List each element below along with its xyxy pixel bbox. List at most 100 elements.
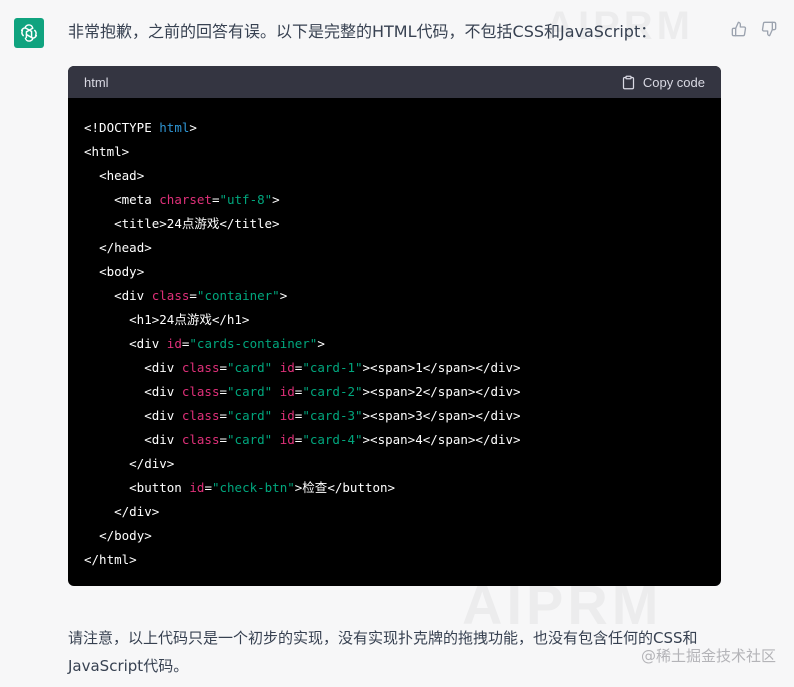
- code-token-str: "card-1": [302, 360, 363, 375]
- code-token-str: "card": [227, 384, 273, 399]
- copy-code-button[interactable]: Copy code: [621, 75, 705, 90]
- code-token-text: 2: [415, 384, 423, 399]
- code-token-tag: =: [189, 288, 197, 303]
- code-content[interactable]: <!DOCTYPE html> <html> <head> <meta chars…: [68, 98, 721, 572]
- code-token-tag: <body>: [99, 264, 145, 279]
- code-token-attrname: id: [189, 480, 205, 495]
- code-token-str: "card": [227, 408, 273, 423]
- code-line: </div>: [84, 500, 705, 524]
- code-token-tag: </html>: [84, 552, 137, 567]
- code-language-label: html: [84, 74, 109, 90]
- code-line: <div class="card" id="card-1"><span>1</s…: [84, 356, 705, 380]
- feedback-actions: [730, 20, 778, 38]
- code-line: <button id="check-btn">检查</button>: [84, 476, 705, 500]
- code-token-tag: >: [317, 336, 325, 351]
- code-token-tag: <div: [144, 360, 182, 375]
- code-token-tag: </span></div>: [422, 432, 521, 447]
- code-token-tag: <div: [114, 288, 152, 303]
- code-token-tag: <div: [129, 336, 167, 351]
- code-token-str: "card-3": [302, 408, 363, 423]
- code-token-tag: <button: [129, 480, 190, 495]
- code-token-tag: =: [219, 432, 228, 447]
- code-token-text: 检查: [302, 480, 328, 495]
- thumbs-up-button[interactable]: [730, 20, 748, 38]
- code-token-tag: >: [272, 192, 280, 207]
- code-token-tag: >: [189, 120, 197, 135]
- code-line: <html>: [84, 140, 705, 164]
- code-token-tag: ><span>: [362, 432, 416, 447]
- code-token-str: "cards-container": [189, 336, 318, 351]
- code-token-tag: <div: [144, 384, 182, 399]
- code-token-tag: </head>: [99, 240, 152, 255]
- code-token-attrname: class: [151, 288, 190, 303]
- site-watermark: @稀土掘金技术社区: [640, 647, 776, 665]
- code-token-tag: </body>: [99, 528, 152, 543]
- code-token-attrname: id: [279, 408, 295, 423]
- code-line: <div class="card" id="card-4"><span>4</s…: [84, 428, 705, 452]
- code-token-tag: >: [279, 288, 288, 303]
- code-line: <body>: [84, 260, 705, 284]
- code-token-kw: html: [159, 120, 190, 135]
- code-token-tag: <meta: [114, 192, 160, 207]
- code-token-tag: </span></div>: [422, 384, 521, 399]
- code-token-tag: </h1>: [211, 312, 250, 327]
- code-token-text: 24点游戏: [166, 216, 220, 231]
- code-token-str: "container": [196, 288, 280, 303]
- code-token-tag: ><span>: [362, 408, 416, 423]
- code-line: <title>24点游戏</title>: [84, 212, 705, 236]
- code-line: <div class="card" id="card-3"><span>3</s…: [84, 404, 705, 428]
- code-token-attrname: charset: [159, 192, 212, 207]
- thumbs-up-icon: [731, 21, 747, 37]
- code-token-text: 3: [415, 408, 423, 423]
- code-token-tag: </title>: [219, 216, 280, 231]
- code-token-tag: </span></div>: [422, 408, 521, 423]
- code-token-tag: <head>: [99, 168, 145, 183]
- code-token-tag: </button>: [327, 480, 396, 495]
- code-token-tag: <!DOCTYPE: [84, 120, 160, 135]
- code-token-str: "card-2": [302, 384, 363, 399]
- code-token-str: "check-btn": [211, 480, 295, 495]
- assistant-message-intro: 非常抱歉，之前的回答有误。以下是完整的HTML代码，不包括CSS和JavaScr…: [68, 22, 657, 41]
- code-token-attrname: class: [181, 384, 220, 399]
- code-token-text: 4: [415, 432, 423, 447]
- code-token-tag: <div: [144, 432, 182, 447]
- code-token-attrname: class: [181, 408, 220, 423]
- code-token-str: "card-4": [302, 432, 363, 447]
- code-token-tag: =: [219, 408, 228, 423]
- code-line: <div id="cards-container">: [84, 332, 705, 356]
- code-token-attrname: id: [279, 384, 295, 399]
- code-token-attrname: class: [181, 360, 220, 375]
- code-token-str: "card": [227, 432, 273, 447]
- code-token-tag: </div>: [114, 504, 160, 519]
- code-token-text: 1: [415, 360, 423, 375]
- code-line: <!DOCTYPE html>: [84, 116, 705, 140]
- code-token-text: 24点游戏: [159, 312, 212, 327]
- code-line: </div>: [84, 452, 705, 476]
- code-token-tag: <div: [144, 408, 182, 423]
- code-line: <h1>24点游戏</h1>: [84, 308, 705, 332]
- code-token-tag: <html>: [84, 144, 130, 159]
- code-token-tag: <h1>: [129, 312, 160, 327]
- code-token-tag: <title>: [114, 216, 167, 231]
- code-token-attrname: id: [279, 360, 295, 375]
- code-line: </html>: [84, 548, 705, 572]
- thumbs-down-button[interactable]: [760, 20, 778, 38]
- code-token-tag: =: [204, 480, 212, 495]
- code-token-attrname: id: [279, 432, 295, 447]
- code-token-tag: </span></div>: [422, 360, 521, 375]
